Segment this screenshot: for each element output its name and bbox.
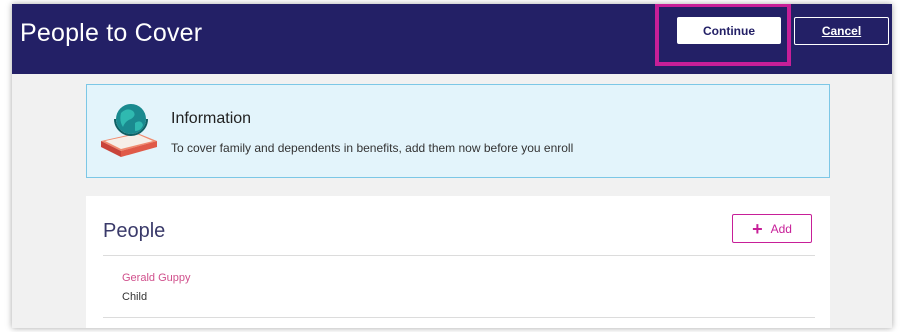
information-banner: Information To cover family and dependen… (86, 84, 830, 178)
book-globe-icon (97, 97, 161, 161)
continue-button[interactable]: Continue (677, 17, 781, 44)
plus-icon: + (752, 218, 763, 239)
page-header: People to Cover Continue Cancel (12, 4, 892, 74)
divider (103, 317, 815, 318)
app-window: People to Cover Continue Cancel Informat… (12, 4, 892, 328)
cancel-button[interactable]: Cancel (794, 17, 889, 45)
person-relationship: Child (122, 291, 148, 303)
information-title: Information (171, 110, 252, 127)
person-name-link[interactable]: Gerald Guppy (122, 272, 190, 284)
add-person-button[interactable]: + Add (732, 214, 812, 243)
people-section-title: People (103, 220, 166, 242)
information-text: To cover family and dependents in benefi… (171, 141, 574, 155)
add-button-label: Add (770, 221, 792, 236)
people-section: People + Add Gerald Guppy Child (86, 196, 830, 328)
page-title: People to Cover (20, 19, 203, 47)
divider (103, 255, 815, 256)
